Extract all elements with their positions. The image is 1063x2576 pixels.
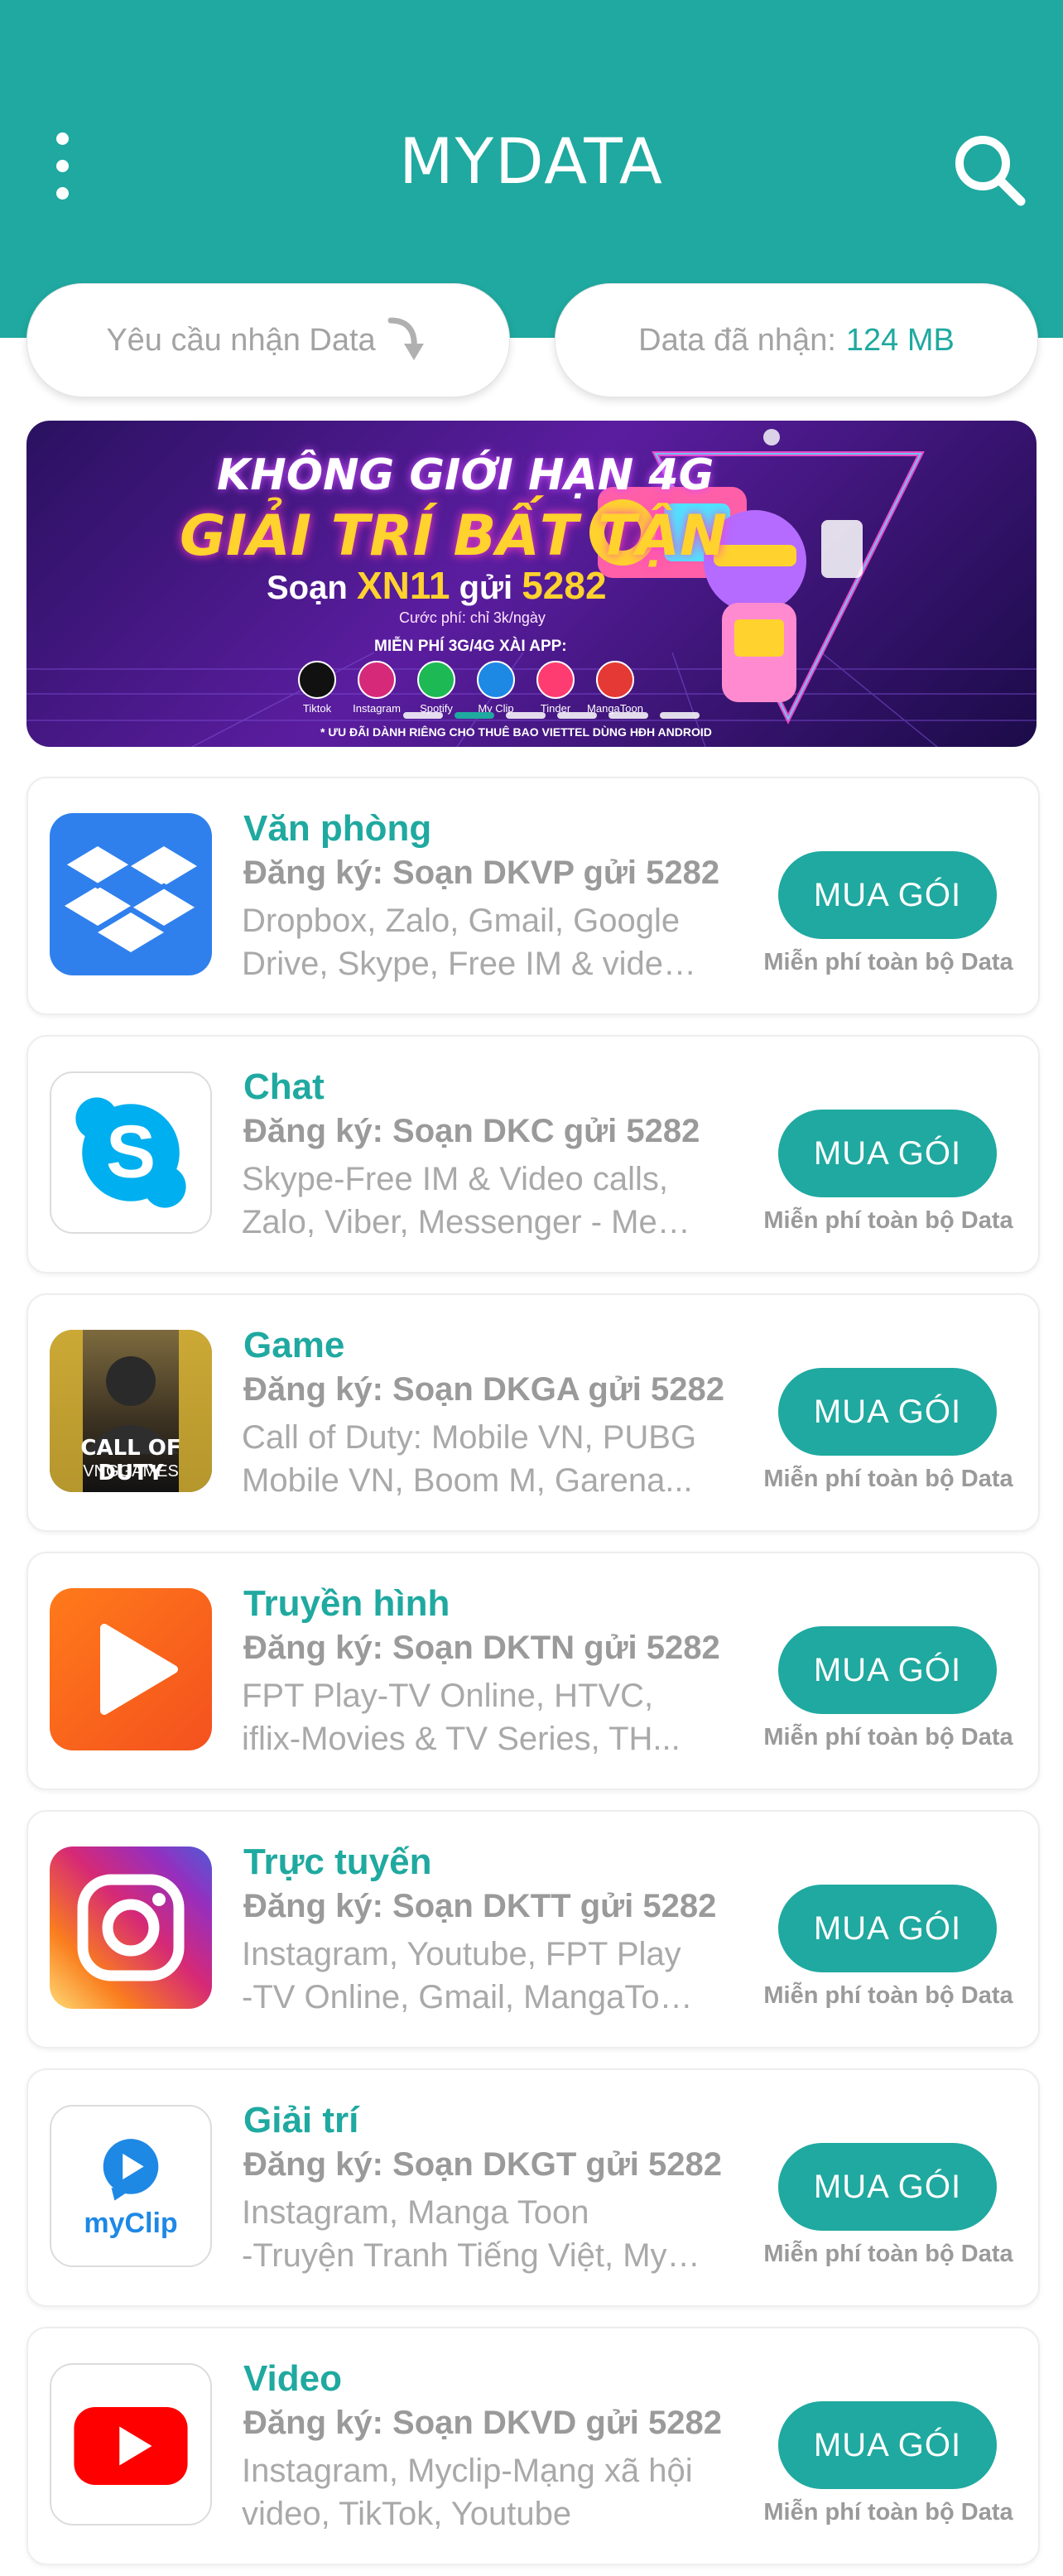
call-of-duty-icon: CALL OF DUTY VNGGAMES	[50, 1330, 212, 1492]
free-data-note: Miễn phí toàn bộ Data	[763, 2499, 1013, 2525]
banner-headline-1: KHÔNG GIỚI HẠN 4G	[217, 450, 714, 500]
banner-app-list: Tiktok Instagram Spotify My Clip Tinder …	[296, 661, 643, 715]
package-title: Game	[243, 1325, 345, 1365]
free-data-note: Miễn phí toàn bộ Data	[763, 1207, 1013, 1234]
banner-free-apps-title: MIỄN PHÍ 3G/4G XÀI APP:	[374, 638, 567, 655]
package-register: Đăng ký: Soạn DKGT gửi 5282	[243, 2146, 722, 2183]
banner-app-tinder: Tinder	[534, 661, 577, 715]
package-title: Giải trí	[243, 2100, 359, 2140]
package-description: Skype-Free IM & Video calls, Zalo, Viber,…	[242, 1161, 705, 1240]
vng-games-wordmark: VNGGAMES	[83, 1462, 179, 1481]
package-description: Instagram, Youtube, FPT Play -TV Online, …	[242, 1936, 705, 2015]
free-data-note: Miễn phí toàn bộ Data	[763, 1982, 1013, 2009]
package-description: Dropbox, Zalo, Gmail, Google Drive, Skype…	[242, 903, 705, 982]
free-data-note: Miễn phí toàn bộ Data	[763, 1724, 1013, 1750]
banner-app-instagram: Instagram	[353, 661, 401, 715]
skype-icon: S	[50, 1071, 212, 1234]
myclip-icon: myClip	[50, 2105, 212, 2267]
package-card-chat[interactable]: S Chat Đăng ký: Soạn DKC gửi 5282 Skype-…	[26, 1035, 1040, 1274]
free-data-note: Miễn phí toàn bộ Data	[763, 1466, 1013, 1492]
package-description: FPT Play-TV Online, HTVC, iflix-Movies & …	[242, 1678, 681, 1757]
buy-package-button[interactable]: MUA GÓI	[778, 1110, 997, 1197]
curved-arrow-down-icon	[387, 317, 424, 360]
package-register: Đăng ký: Soạn DKVD gửi 5282	[243, 2405, 723, 2441]
banner-sms: Soạn XN11 gửi 5282	[267, 564, 607, 607]
banner-app-myclip: My Clip	[474, 661, 517, 715]
package-title: Video	[243, 2358, 343, 2399]
request-data-label: Yêu cầu nhận Data	[106, 322, 376, 358]
package-card-truc-tuyen[interactable]: Trực tuyến Đăng ký: Soạn DKTT gửi 5282 I…	[26, 1810, 1040, 2049]
package-card-game[interactable]: CALL OF DUTY VNGGAMES Game Đăng ký: Soạn…	[26, 1293, 1040, 1532]
package-register: Đăng ký: Soạn DKGA gửi 5282	[243, 1371, 724, 1408]
data-received-value: 124 MB	[845, 322, 955, 358]
buy-package-button[interactable]: MUA GÓI	[778, 2143, 997, 2231]
banner-app-spotify: Spotify	[415, 661, 458, 715]
dropbox-icon	[50, 813, 212, 975]
buy-package-button[interactable]: MUA GÓI	[778, 1626, 997, 1714]
package-title: Chat	[243, 1067, 325, 1107]
buy-package-button[interactable]: MUA GÓI	[778, 1885, 997, 1972]
package-title: Truyền hình	[243, 1583, 450, 1624]
banner-note: * ƯU ĐÃI DÀNH RIÊNG CHO THUÊ BAO VIETTEL…	[320, 725, 712, 739]
data-received-pill: Data đã nhận: 124 MB	[555, 283, 1038, 397]
package-description: Instagram, Manga Toon -Truyện Tranh Tiếng…	[242, 2194, 705, 2274]
banner-pagination[interactable]	[403, 712, 700, 719]
banner-headline-2: GIẢI TRÍ BẤT TẬN	[180, 503, 727, 569]
package-register: Đăng ký: Soạn DKC gửi 5282	[243, 1113, 700, 1149]
package-register: Đăng ký: Soạn DKTT gửi 5282	[243, 1888, 717, 1924]
package-register: Đăng ký: Soạn DKVP gửi 5282	[243, 855, 720, 891]
buy-package-button[interactable]: MUA GÓI	[778, 1368, 997, 1456]
package-card-truyen-hinh[interactable]: Truyền hình Đăng ký: Soạn DKTN gửi 5282 …	[26, 1552, 1040, 1790]
package-description: Call of Duty: Mobile VN, PUBG Mobile VN, …	[242, 1419, 697, 1499]
banner-app-tiktok: Tiktok	[296, 661, 339, 715]
package-card-video[interactable]: Video Đăng ký: Soạn DKVD gửi 5282 Instag…	[26, 2327, 1040, 2565]
free-data-note: Miễn phí toàn bộ Data	[763, 949, 1013, 975]
free-data-note: Miễn phí toàn bộ Data	[763, 2241, 1013, 2267]
banner-fee: Cước phí: chỉ 3k/ngày	[399, 609, 546, 626]
myclip-wordmark: myClip	[84, 2208, 178, 2239]
play-icon	[50, 1588, 212, 1750]
buy-package-button[interactable]: MUA GÓI	[778, 2401, 997, 2489]
request-data-button[interactable]: Yêu cầu nhận Data	[26, 283, 510, 397]
promo-banner[interactable]: KHÔNG GIỚI HẠN 4G GIẢI TRÍ BẤT TẬN Soạn …	[26, 421, 1037, 747]
package-title: Trực tuyến	[243, 1842, 432, 1882]
buy-package-button[interactable]: MUA GÓI	[778, 851, 997, 939]
package-card-giai-tri[interactable]: myClip Giải trí Đăng ký: Soạn DKGT gửi 5…	[26, 2068, 1040, 2307]
package-description: Instagram, Myclip-Mạng xã hội video, TikT…	[242, 2453, 693, 2532]
banner-app-mangatoon: MangaToon	[587, 661, 643, 715]
package-title: Văn phòng	[243, 808, 432, 849]
youtube-icon	[50, 2363, 212, 2525]
app-title: MYDATA	[399, 124, 664, 198]
search-icon[interactable]	[948, 128, 1031, 211]
instagram-icon	[50, 1847, 212, 2009]
data-received-label: Data đã nhận:	[638, 322, 836, 358]
package-register: Đăng ký: Soạn DKTN gửi 5282	[243, 1630, 720, 1666]
package-card-van-phong[interactable]: Văn phòng Đăng ký: Soạn DKVP gửi 5282 Dr…	[26, 777, 1040, 1015]
svg-text:S: S	[106, 1110, 156, 1193]
